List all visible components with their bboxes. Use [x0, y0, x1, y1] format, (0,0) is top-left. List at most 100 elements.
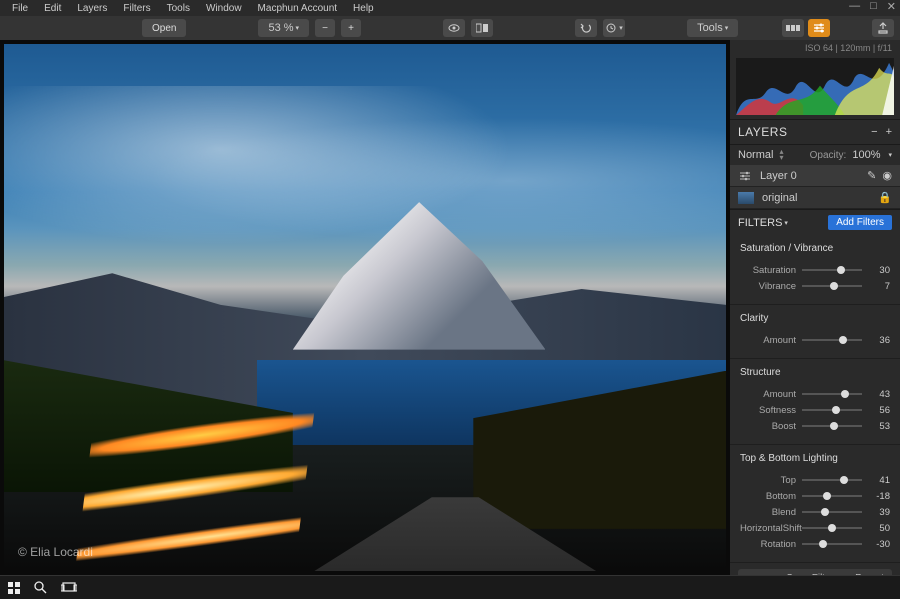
filter-title[interactable]: Saturation / Vibrance: [730, 241, 900, 262]
filter-block: Clarity Amount 36: [730, 305, 900, 359]
add-filters-button[interactable]: Add Filters: [828, 215, 892, 230]
zoom-out-button[interactable]: −: [315, 19, 335, 37]
menu-layers[interactable]: Layers: [69, 3, 115, 14]
zoom-dropdown[interactable]: 53 %▾: [258, 19, 309, 37]
slider-label: HorizontalShift: [740, 523, 796, 534]
undo-button[interactable]: [575, 19, 597, 37]
layer-row-0[interactable]: Layer 0 ✎ ◉: [730, 165, 900, 187]
menubar: File Edit Layers Filters Tools Window Ma…: [0, 0, 900, 16]
menu-window[interactable]: Window: [198, 3, 250, 14]
opacity-value[interactable]: 100%: [852, 149, 880, 161]
filters-panel-header: FILTERS▾ Add Filters: [730, 209, 900, 235]
slider-bottom[interactable]: [802, 490, 862, 502]
slider-label: Bottom: [740, 491, 796, 502]
menu-tools[interactable]: Tools: [159, 3, 198, 14]
slider-row: Bottom -18: [730, 488, 900, 504]
tools-dropdown[interactable]: Tools▾: [687, 19, 738, 37]
slider-row: Boost53: [730, 418, 900, 434]
filter-title[interactable]: Structure: [730, 365, 900, 386]
open-button[interactable]: Open: [142, 19, 186, 37]
layer-row-1[interactable]: original 🔒: [730, 187, 900, 209]
menu-edit[interactable]: Edit: [36, 3, 69, 14]
history-button[interactable]: ▾: [603, 19, 625, 37]
slider-value: 41: [868, 475, 890, 486]
presets-panel-button[interactable]: [782, 19, 804, 37]
slider-row: HorizontalShift50: [730, 520, 900, 536]
slider-top[interactable]: [802, 474, 862, 486]
lock-icon[interactable]: 🔒: [878, 191, 892, 204]
export-button[interactable]: [872, 19, 894, 37]
slider-row: Top 41: [730, 472, 900, 488]
layer-thumbnail: [738, 192, 754, 204]
window-maximize-button[interactable]: □: [870, 0, 877, 13]
taskview-icon[interactable]: [61, 582, 77, 594]
slider-value: -18: [868, 491, 890, 502]
slider-value: 30: [868, 265, 890, 276]
slider-blend[interactable]: [802, 506, 862, 518]
layer-name: original: [762, 192, 797, 204]
slider-value: 36: [868, 335, 890, 346]
zoom-in-button[interactable]: +: [341, 19, 361, 37]
menu-account[interactable]: Macphun Account: [250, 3, 346, 14]
visibility-icon[interactable]: ◉: [882, 169, 892, 182]
layers-panel-header: LAYERS − +: [730, 119, 900, 145]
filter-block: Structure Amount 43 Softness 56 Boost53: [730, 359, 900, 445]
opacity-label: Opacity:: [810, 150, 847, 161]
slider-vibrance[interactable]: [802, 280, 862, 292]
slider-value: 43: [868, 389, 890, 400]
chevron-down-icon: ▾: [784, 219, 788, 227]
canvas-viewport[interactable]: © Elia Locardi: [0, 40, 730, 575]
histogram[interactable]: [736, 58, 894, 115]
filter-title[interactable]: Top & Bottom Lighting: [730, 451, 900, 472]
menu-file[interactable]: File: [4, 3, 36, 14]
window-close-button[interactable]: ✕: [887, 0, 896, 13]
slider-label: Softness: [740, 405, 796, 416]
slider-label: Saturation: [740, 265, 796, 276]
filter-title[interactable]: Clarity: [730, 311, 900, 332]
remove-layer-button[interactable]: −: [871, 126, 877, 138]
sliders-icon: [738, 170, 752, 182]
slider-amount[interactable]: [802, 334, 862, 346]
blend-mode-select[interactable]: Normal: [738, 149, 773, 161]
slider-label: Top: [740, 475, 796, 486]
slider-boost[interactable]: [802, 420, 862, 432]
adjust-panel-button[interactable]: [808, 19, 830, 37]
slider-amount[interactable]: [802, 388, 862, 400]
slider-label: Amount: [740, 389, 796, 400]
slider-saturation[interactable]: [802, 264, 862, 276]
layers-title: LAYERS: [738, 125, 787, 139]
watermark-text: © Elia Locardi: [18, 545, 93, 559]
slider-value: 39: [868, 507, 890, 518]
slider-label: Vibrance: [740, 281, 796, 292]
image-metadata: ISO 64 | 120mm | f/11: [730, 40, 900, 56]
slider-rotation[interactable]: [802, 538, 862, 550]
menu-help[interactable]: Help: [345, 3, 382, 14]
slider-row: Rotation -30: [730, 536, 900, 552]
slider-label: Blend: [740, 507, 796, 518]
slider-value: 56: [868, 405, 890, 416]
slider-value: 53: [868, 421, 890, 432]
slider-row: Blend 39: [730, 504, 900, 520]
layer-name: Layer 0: [760, 170, 797, 182]
menu-filters[interactable]: Filters: [115, 3, 158, 14]
start-icon[interactable]: [8, 582, 20, 594]
slider-softness[interactable]: [802, 404, 862, 416]
filters-title: FILTERS: [738, 217, 782, 229]
filter-block: Saturation / Vibrance Saturation 30 Vibranc…: [730, 235, 900, 305]
slider-value: 7: [868, 281, 890, 292]
slider-value: -30: [868, 539, 890, 550]
taskbar: [0, 575, 900, 599]
filter-block: Top & Bottom Lighting Top 41 Bottom -18 Blend…: [730, 445, 900, 563]
slider-horizontalshift[interactable]: [802, 522, 862, 534]
search-icon[interactable]: [34, 581, 47, 594]
toolbar: Open 53 %▾ − + ▾ Tools▾: [0, 16, 900, 40]
slider-row: Softness 56: [730, 402, 900, 418]
slider-label: Rotation: [740, 539, 796, 550]
compare-button[interactable]: [471, 19, 493, 37]
slider-row: Saturation 30: [730, 262, 900, 278]
slider-label: Amount: [740, 335, 796, 346]
preview-eye-button[interactable]: [443, 19, 465, 37]
brush-icon[interactable]: ✎: [867, 169, 876, 182]
add-layer-button[interactable]: +: [886, 126, 892, 138]
window-minimize-button[interactable]: —: [849, 0, 860, 13]
